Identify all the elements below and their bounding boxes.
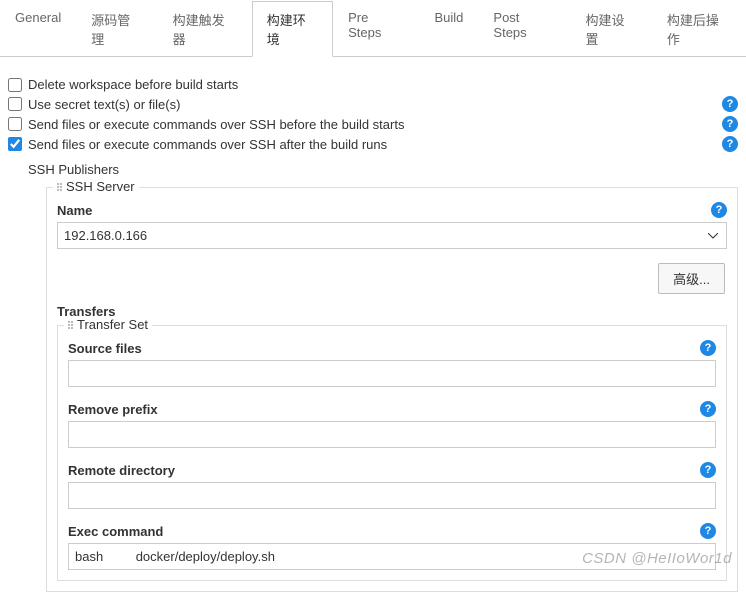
remove-prefix-input[interactable] <box>68 421 716 448</box>
transfers-heading: Transfers <box>57 304 727 319</box>
help-icon[interactable]: ? <box>700 401 716 417</box>
help-icon[interactable]: ? <box>722 116 738 132</box>
remote-directory-label: Remote directory <box>68 463 694 478</box>
row-delete-workspace: Delete workspace before build starts <box>8 75 738 94</box>
ssh-server-legend: SSH Server <box>53 179 139 194</box>
tab-build-settings[interactable]: 构建设置 <box>570 1 651 57</box>
exec-command-input[interactable] <box>68 543 716 570</box>
source-files-label: Source files <box>68 341 694 356</box>
transfer-set-legend-text: Transfer Set <box>77 317 148 332</box>
tab-build[interactable]: Build <box>419 1 478 57</box>
tab-build-environment[interactable]: 构建环境 <box>252 1 333 57</box>
name-label: Name <box>57 203 705 218</box>
checkbox-use-secret[interactable] <box>8 97 22 111</box>
config-tabs: General 源码管理 构建触发器 构建环境 Pre Steps Build … <box>0 0 746 57</box>
advanced-button[interactable]: 高级... <box>658 263 725 294</box>
label-use-secret: Use secret text(s) or file(s) <box>28 97 716 112</box>
help-icon[interactable]: ? <box>722 136 738 152</box>
ssh-publishers-section: SSH Publishers SSH Server Name ? 192.168… <box>8 158 738 592</box>
row-ssh-after: Send files or execute commands over SSH … <box>8 134 738 154</box>
row-use-secret: Use secret text(s) or file(s) ? <box>8 94 738 114</box>
checkbox-ssh-before[interactable] <box>8 117 22 131</box>
tab-pre-steps[interactable]: Pre Steps <box>333 1 419 57</box>
help-icon[interactable]: ? <box>700 523 716 539</box>
exec-command-label: Exec command <box>68 524 694 539</box>
ssh-publishers-title: SSH Publishers <box>28 158 738 181</box>
section-heading-cropped <box>0 57 746 69</box>
remove-prefix-label: Remove prefix <box>68 402 694 417</box>
help-icon[interactable]: ? <box>722 96 738 112</box>
ssh-server-fieldset: SSH Server Name ? 192.168.0.166 高级... Tr… <box>46 187 738 592</box>
checkbox-delete-workspace[interactable] <box>8 78 22 92</box>
tab-post-steps[interactable]: Post Steps <box>478 1 570 57</box>
tab-build-triggers[interactable]: 构建触发器 <box>158 1 252 57</box>
row-ssh-before: Send files or execute commands over SSH … <box>8 114 738 134</box>
label-delete-workspace: Delete workspace before build starts <box>28 77 738 92</box>
label-ssh-after: Send files or execute commands over SSH … <box>28 137 716 152</box>
tab-source-management[interactable]: 源码管理 <box>76 1 157 57</box>
transfer-set-legend: Transfer Set <box>64 317 152 332</box>
source-files-input[interactable] <box>68 360 716 387</box>
drag-handle-icon[interactable] <box>57 183 62 191</box>
ssh-server-name-select[interactable]: 192.168.0.166 <box>57 222 727 249</box>
ssh-server-legend-text: SSH Server <box>66 179 135 194</box>
transfer-set-fieldset: Transfer Set Source files ? Remove prefi… <box>57 325 727 581</box>
help-icon[interactable]: ? <box>700 340 716 356</box>
tab-general[interactable]: General <box>0 1 76 57</box>
remote-directory-input[interactable] <box>68 482 716 509</box>
checkbox-ssh-after[interactable] <box>8 137 22 151</box>
help-icon[interactable]: ? <box>711 202 727 218</box>
help-icon[interactable]: ? <box>700 462 716 478</box>
build-env-content: Delete workspace before build starts Use… <box>0 69 746 592</box>
label-ssh-before: Send files or execute commands over SSH … <box>28 117 716 132</box>
tab-post-build-actions[interactable]: 构建后操作 <box>652 1 746 57</box>
drag-handle-icon[interactable] <box>68 321 73 329</box>
